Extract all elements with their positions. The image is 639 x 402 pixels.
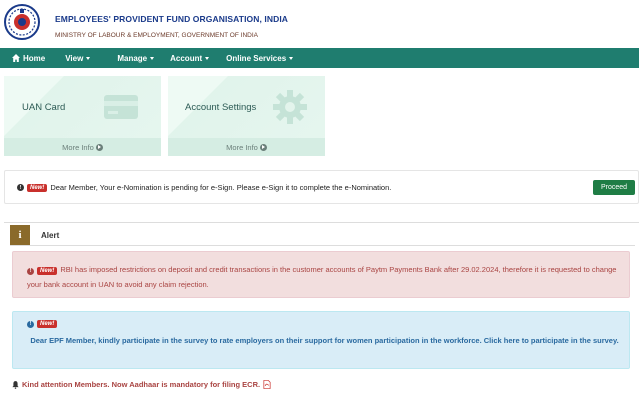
org-title: EMPLOYEES' PROVIDENT FUND ORGANISATION, … (55, 14, 289, 24)
alert-panel: i Alert ! New! RBI has imposed restriction… (4, 222, 639, 402)
nav-manage[interactable]: Manage (117, 48, 170, 68)
paytm-alert-message: RBI has imposed restrictions on deposit … (27, 265, 617, 289)
chevron-down-icon (150, 57, 155, 60)
card-title: Account Settings (185, 102, 257, 113)
chevron-down-icon (205, 57, 210, 60)
paytm-alert: ! New! RBI has imposed restrictions on dep… (12, 251, 630, 298)
nav-account-label: Account (170, 53, 203, 63)
header: EMPLOYEES' PROVIDENT FUND ORGANISATION, … (0, 0, 639, 48)
exclamation-icon: ! (17, 184, 24, 191)
more-info-label: More Info (226, 142, 258, 152)
arrow-right-icon (259, 143, 267, 151)
new-badge: New! (37, 320, 58, 328)
home-icon (12, 54, 20, 62)
e-nomination-message: Dear Member, Your e-Nomination is pendin… (50, 183, 392, 192)
account-settings-tile[interactable]: Account Settings More Info (168, 76, 325, 156)
exclamation-icon: ! (27, 268, 34, 275)
card-title: UAN Card (22, 102, 66, 113)
nav-manage-label: Manage (117, 53, 148, 63)
more-info-link[interactable]: More Info (4, 138, 161, 156)
nav-online-services-label: Online Services (226, 53, 287, 63)
nav-home[interactable]: Home (0, 48, 65, 68)
chevron-down-icon (86, 57, 91, 60)
paytm-alert-text: ! New! RBI has imposed restrictions on dep… (27, 263, 622, 291)
new-badge: New! (37, 267, 58, 275)
arrow-right-icon (95, 143, 103, 151)
e-nomination-message-row: ! New! Dear Member, Your e-Nomination is… (17, 183, 391, 192)
pdf-icon[interactable] (263, 380, 271, 389)
more-info-label: More Info (62, 142, 94, 152)
e-nomination-notice: ! New! Dear Member, Your e-Nomination is… (4, 170, 639, 204)
aadhaar-notice-text: Kind attention Members. Now Aadhaar is m… (22, 380, 261, 389)
new-badge: New! (27, 183, 48, 192)
card-icon (104, 95, 138, 119)
survey-alert[interactable]: ! New! Dear EPF Member, kindly participa… (12, 311, 630, 369)
chevron-down-icon (289, 57, 294, 60)
bell-icon (12, 380, 19, 389)
nav-home-label: Home (23, 53, 46, 63)
gear-icon (273, 90, 307, 124)
uan-card-tile[interactable]: UAN Card More Info (4, 76, 161, 156)
nav-online-services[interactable]: Online Services (226, 48, 294, 68)
info-icon: i (10, 225, 30, 245)
survey-alert-head: ! New! (27, 320, 60, 328)
main-navbar: Home View Manage Account Online Services (0, 48, 639, 68)
epfo-emblem-icon (4, 4, 40, 40)
ministry-subtitle: MINISTRY OF LABOUR & EMPLOYMENT, GOVERNM… (55, 32, 258, 39)
nav-view[interactable]: View (65, 48, 117, 68)
nav-view-label: View (65, 53, 84, 63)
alert-tab-label[interactable]: Alert (41, 231, 59, 240)
survey-link[interactable]: Dear EPF Member, kindly participate in t… (27, 334, 622, 347)
aadhaar-notice[interactable]: Kind attention Members. Now Aadhaar is m… (12, 380, 271, 389)
nav-account[interactable]: Account (170, 48, 226, 68)
more-info-link[interactable]: More Info (168, 138, 325, 156)
divider (10, 245, 635, 246)
exclamation-icon: ! (27, 320, 34, 328)
proceed-button[interactable]: Proceed (593, 180, 635, 195)
